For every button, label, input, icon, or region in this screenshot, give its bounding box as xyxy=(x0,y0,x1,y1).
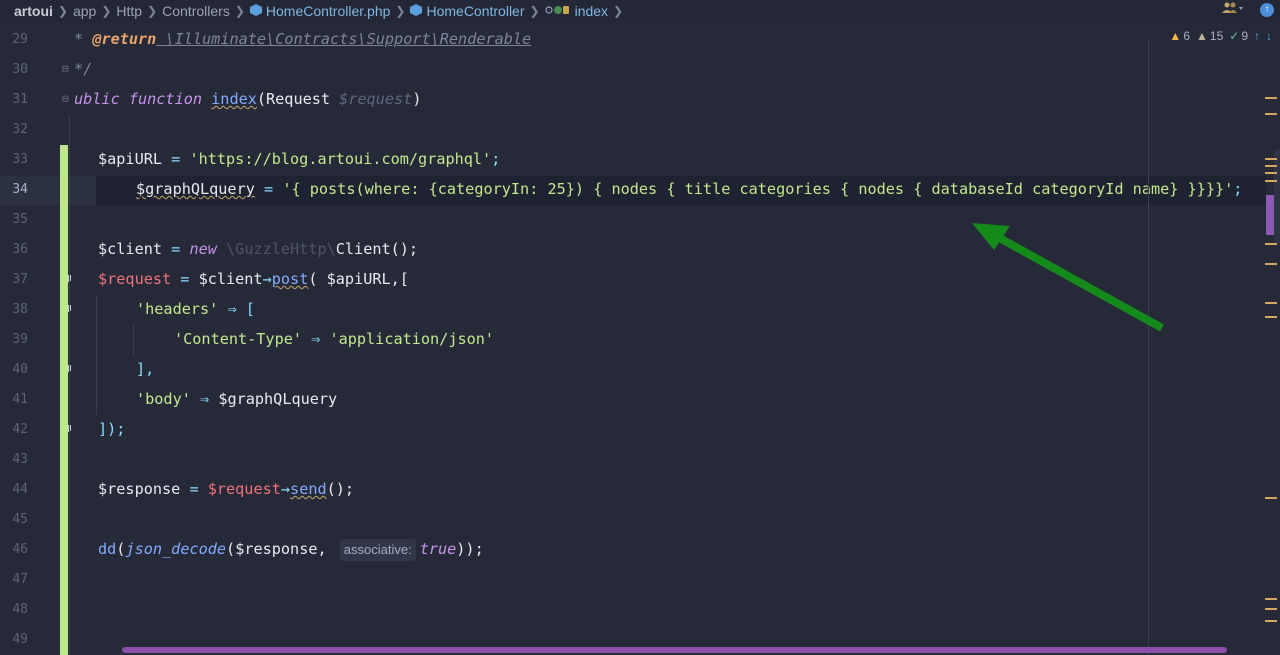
code-line-40: ], xyxy=(136,360,155,378)
code-line-34: $graphQLquery = '{ posts(where: {categor… xyxy=(136,180,1243,198)
breadcrumb-item-http[interactable]: Http xyxy=(116,3,142,19)
inspections-widget[interactable]: ▲ 6 ▲ 15 ✓ 9 ↑ ↓ xyxy=(1169,29,1272,43)
previous-highlight-icon[interactable]: ↑ xyxy=(1254,29,1260,43)
scroll-marker[interactable] xyxy=(1265,158,1277,160)
line-number: 46 xyxy=(12,542,28,557)
chevron-right-icon: ❯ xyxy=(57,4,68,18)
chevron-right-icon: ❯ xyxy=(529,4,540,18)
line-number: 45 xyxy=(12,512,28,527)
scroll-marker[interactable] xyxy=(1265,165,1277,167)
indent-guide xyxy=(133,325,134,355)
code-line-46: dd(json_decode($response, associative: tr… xyxy=(98,534,484,564)
code-line-30: */ xyxy=(74,60,93,78)
method-icon xyxy=(544,3,571,19)
fold-end-icon[interactable]: ⊟ xyxy=(62,63,72,74)
right-margin-guide xyxy=(1148,40,1149,655)
line-number: 37 xyxy=(12,272,28,287)
horizontal-scrollbar-thumb[interactable] xyxy=(122,647,1227,653)
chevron-right-icon: ❯ xyxy=(101,4,112,18)
warning-icon: ▲ xyxy=(1169,29,1182,43)
scroll-marker[interactable] xyxy=(1265,180,1277,182)
chevron-right-icon: ❯ xyxy=(613,4,624,18)
user-icon[interactable] xyxy=(1222,2,1244,17)
line-number: 47 xyxy=(12,572,28,587)
scroll-marker[interactable] xyxy=(1265,598,1277,600)
warnings-count: 6 xyxy=(1183,29,1190,43)
scroll-marker[interactable] xyxy=(1265,316,1277,318)
update-icon[interactable]: ↑ xyxy=(1260,3,1274,17)
weak-warning-icon: ▲ xyxy=(1196,29,1208,43)
breadcrumb-label: artoui xyxy=(14,3,53,19)
breadcrumb-label: app xyxy=(72,3,97,19)
code-line-37: $request = $client→post( $apiURL,[ xyxy=(98,270,409,288)
weak-warnings-count: 15 xyxy=(1209,29,1224,43)
breadcrumb-item-project[interactable]: artoui xyxy=(14,3,53,19)
next-highlight-icon[interactable]: ↓ xyxy=(1266,29,1272,43)
line-number: 48 xyxy=(12,602,28,617)
vcs-added-lines-marker[interactable] xyxy=(60,145,68,655)
typos-indicator[interactable]: ✓ 9 xyxy=(1229,29,1248,43)
scroll-marker[interactable] xyxy=(1265,620,1277,622)
breadcrumb-item-method[interactable]: index xyxy=(544,3,609,19)
breadcrumb-label: Controllers xyxy=(162,3,230,19)
scroll-marker[interactable] xyxy=(1265,497,1277,499)
line-number: 42 xyxy=(12,422,28,437)
scroll-marker[interactable] xyxy=(1265,302,1277,304)
weak-warnings-indicator[interactable]: ▲ 15 xyxy=(1196,29,1223,43)
breadcrumb-label: Http xyxy=(116,3,143,19)
code-line-44: $response = $request→send(); xyxy=(98,480,355,498)
line-number: 49 xyxy=(12,632,28,647)
code-line-38: 'headers' ⇒ [ xyxy=(136,300,255,318)
parameter-hint: associative: xyxy=(339,539,416,561)
code-line-33: $apiURL = 'https://blog.artoui.com/graph… xyxy=(98,150,501,168)
line-number: 44 xyxy=(12,482,28,497)
php-class-icon xyxy=(249,3,262,19)
line-number: 38 xyxy=(12,302,28,317)
breadcrumb-item-controllers[interactable]: Controllers xyxy=(162,3,230,19)
code-editor[interactable]: * @return \Illuminate\Contracts\Support\… xyxy=(0,0,1242,561)
scroll-marker[interactable] xyxy=(1265,243,1277,245)
code-line-29: * @return \Illuminate\Contracts\Support\… xyxy=(74,30,532,48)
line-number: 41 xyxy=(12,392,28,407)
scroll-marker[interactable] xyxy=(1265,97,1277,99)
line-number: 40 xyxy=(12,362,28,377)
chevron-right-icon: ❯ xyxy=(234,4,245,18)
breadcrumb-item-file[interactable]: HomeController.php xyxy=(249,3,391,19)
chevron-right-icon: ❯ xyxy=(395,4,406,18)
code-line-41: 'body' ⇒ $graphQLquery xyxy=(136,390,338,408)
code-line-42: ]); xyxy=(98,420,126,438)
line-number: 39 xyxy=(12,332,28,347)
scroll-marker[interactable] xyxy=(1265,113,1277,115)
warnings-indicator[interactable]: ▲ 6 xyxy=(1169,29,1190,43)
breadcrumb: artoui ❯ app ❯ Http ❯ Controllers ❯ Home… xyxy=(0,0,1280,22)
scroll-marker[interactable] xyxy=(1266,195,1274,235)
indent-guide xyxy=(69,115,70,655)
fold-start-icon[interactable]: ⊟ xyxy=(62,93,72,104)
scroll-marker[interactable] xyxy=(1265,172,1277,174)
chevron-right-icon: ❯ xyxy=(147,4,158,18)
code-line-36: $client = new \GuzzleHttp\Client(); xyxy=(98,240,419,258)
code-line-39: 'Content-Type' ⇒ 'application/json' xyxy=(174,330,495,348)
breadcrumb-item-app[interactable]: app xyxy=(73,3,96,19)
indent-guide xyxy=(96,295,97,415)
class-icon xyxy=(410,3,423,19)
breadcrumb-label: index xyxy=(574,3,609,19)
scroll-marker[interactable] xyxy=(1265,608,1277,610)
typos-count: 9 xyxy=(1241,29,1248,43)
typo-check-icon: ✓ xyxy=(1229,29,1240,43)
line-number: 43 xyxy=(12,452,28,467)
scroll-marker[interactable] xyxy=(1265,263,1277,265)
breadcrumb-label: HomeController.php xyxy=(265,3,391,19)
breadcrumb-label: HomeController xyxy=(426,3,525,19)
code-line-31: ublic function index(Request $request) xyxy=(74,90,422,108)
breadcrumb-item-class[interactable]: HomeController xyxy=(410,3,525,19)
